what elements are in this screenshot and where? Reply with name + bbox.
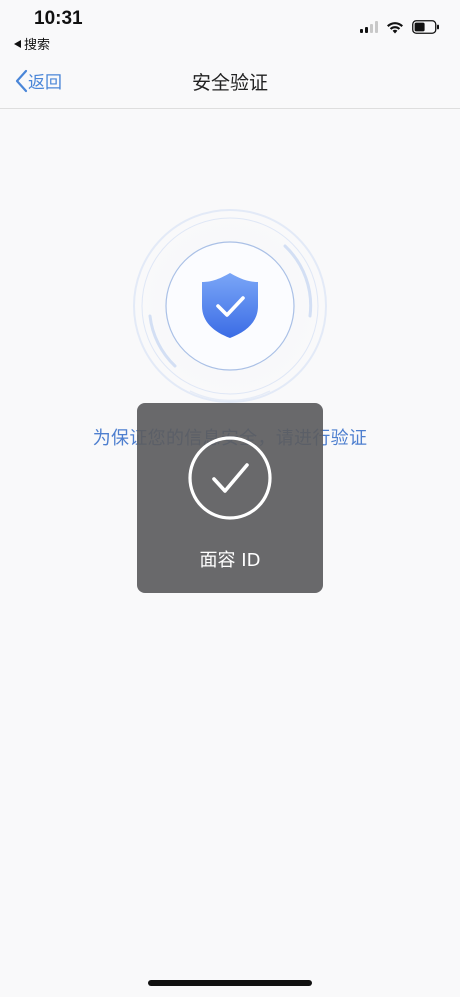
back-triangle-icon	[14, 39, 21, 48]
shield-illustration	[130, 206, 330, 406]
status-bar: 10:31 搜索	[0, 0, 460, 56]
faceid-popup: 面容 ID	[137, 403, 323, 593]
faceid-label: 面容 ID	[199, 550, 261, 571]
battery-icon	[412, 20, 439, 34]
return-to-app-link[interactable]: 搜索	[14, 34, 50, 53]
screen: 10:31 搜索 返回 安全验证 面容 ID	[0, 0, 460, 997]
page-title: 安全验证	[191, 72, 268, 94]
navigation-bar: 返回 安全验证	[0, 56, 460, 109]
status-icons	[360, 20, 440, 34]
home-indicator[interactable]	[148, 980, 312, 986]
cellular-signal-icon	[360, 21, 378, 33]
status-time: 10:31	[34, 8, 83, 29]
return-to-app-label: 搜索	[24, 38, 51, 53]
checkmark-circle-icon	[188, 436, 272, 520]
wifi-icon	[387, 21, 403, 33]
shield-rings-graphic	[132, 208, 328, 404]
